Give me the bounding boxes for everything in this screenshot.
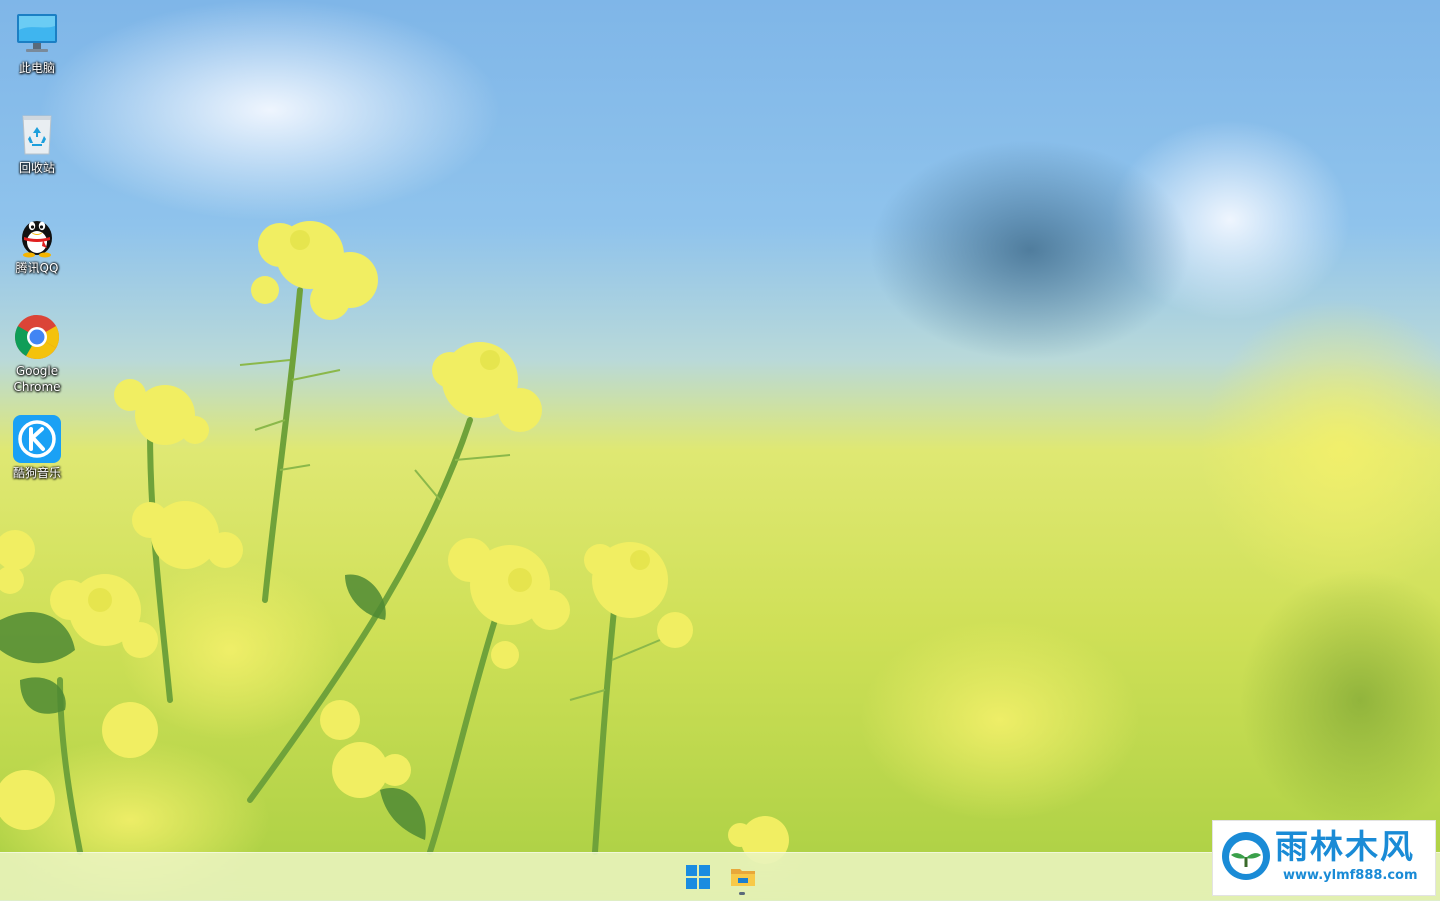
desktop-icons: 此电脑 回收站 腾讯QQ Google Chrome 酷狗音乐	[0, 0, 80, 850]
file-explorer-button[interactable]	[724, 859, 760, 895]
chrome-icon	[15, 315, 59, 359]
desktop-icon-label: 此电脑	[18, 61, 55, 75]
desktop-icon-recycle-bin[interactable]: 回收站	[2, 110, 72, 176]
desktop-icon-google-chrome[interactable]: Google Chrome	[2, 313, 72, 395]
desktop-wallpaper	[0, 0, 1440, 900]
desktop-icon-this-pc[interactable]: 此电脑	[2, 10, 72, 76]
desktop-icon-label: 腾讯QQ	[15, 261, 59, 275]
watermark-title: 雨林木风	[1275, 827, 1415, 866]
windows-start-icon	[686, 865, 710, 889]
recycle-bin-icon	[22, 115, 52, 155]
watermark-url: www.ylmf888.com	[1283, 868, 1418, 883]
kugou-icon	[13, 415, 61, 463]
start-button[interactable]	[680, 859, 716, 895]
active-indicator	[739, 892, 745, 895]
watermark: 雨林木风 www.ylmf888.com	[1212, 820, 1436, 896]
folder-icon	[731, 869, 755, 886]
qq-icon	[22, 221, 52, 258]
desktop-icon-qq[interactable]: 腾讯QQ	[2, 210, 72, 276]
desktop-icon-label: 回收站	[18, 161, 55, 175]
desktop-icon-label: Google Chrome	[13, 364, 61, 394]
desktop-icon-kugou-music[interactable]: 酷狗音乐	[2, 415, 72, 481]
ylmf-logo-icon	[1222, 832, 1270, 880]
desktop-icon-label: 酷狗音乐	[12, 466, 61, 480]
computer-icon	[17, 14, 57, 52]
